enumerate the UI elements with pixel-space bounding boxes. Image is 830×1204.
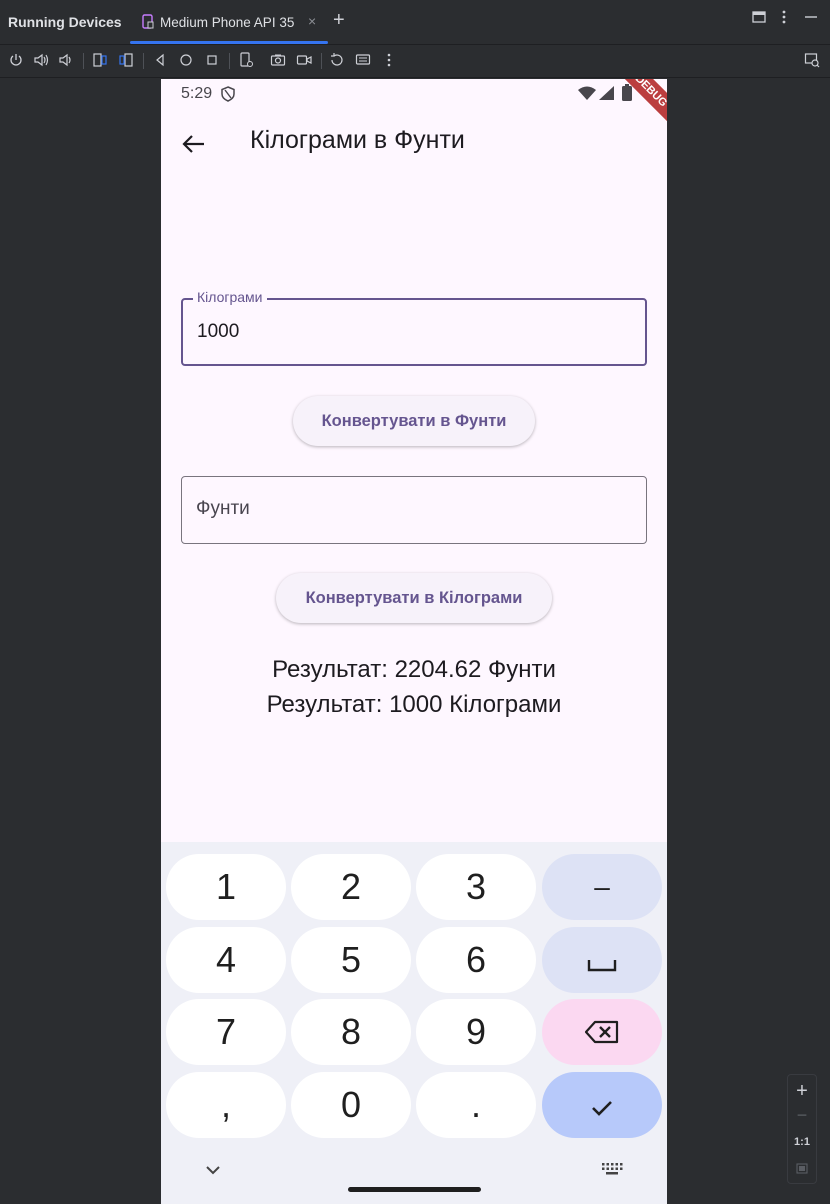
zoom-controls: + − 1:1 [787,1074,817,1184]
key-5[interactable]: 5 [291,927,411,993]
back-nav-icon[interactable] [152,52,168,68]
key-backspace[interactable] [542,999,662,1065]
more-options-icon[interactable] [780,10,788,28]
app-bar-title: Кілограми в Фунти [250,126,465,154]
rotate-left-icon[interactable] [92,52,108,68]
space-icon [587,960,617,972]
keyboard-switch-icon[interactable] [601,1162,623,1181]
key-7[interactable]: 7 [166,999,286,1065]
kilograms-label: Кілограми [193,289,267,305]
key-1[interactable]: 1 [166,854,286,920]
keyboard-collapse-icon[interactable] [205,1162,221,1180]
zoom-in-icon[interactable]: + [788,1080,816,1103]
signal-icon [599,86,614,105]
phone-screen: 5:29 DEBUG Кілограми в Фунти Кілограми 1… [161,79,667,1204]
kilograms-input[interactable]: Кілограми 1000 [181,289,647,366]
key-2[interactable]: 2 [291,854,411,920]
key-4[interactable]: 4 [166,927,286,993]
check-icon [592,1101,612,1116]
volume-up-icon[interactable] [33,52,49,68]
active-tab-indicator [130,41,328,44]
screenshot-icon[interactable] [270,52,286,68]
key-3[interactable]: 3 [416,854,536,920]
kilograms-value: 1000 [197,321,240,342]
screen-record-icon[interactable] [296,52,312,68]
overview-nav-icon[interactable] [204,52,220,68]
emulator-toolbar [0,45,830,78]
result-kilograms-text: Результат: 1000 Кілограми [266,691,562,718]
tool-window-title: Running Devices [8,14,122,30]
device-mirror-icon[interactable] [804,52,820,68]
result-pounds-text: Результат: 2204.62 Фунти [272,656,556,683]
close-tab-icon[interactable]: × [308,13,316,29]
volume-down-icon[interactable] [58,52,74,68]
tab-medium-phone[interactable]: Medium Phone API 35 × [130,0,328,44]
convert-to-pounds-button[interactable]: Конвертувати в Фунти [293,396,535,446]
key-comma[interactable]: , [166,1072,286,1138]
toolbar-more-icon[interactable] [381,52,397,68]
key-done[interactable] [542,1072,662,1138]
pounds-placeholder: Фунти [196,498,250,519]
numeric-keyboard: 1 2 3 – 4 5 6 7 8 9 , 0 . [161,842,667,1204]
zoom-out-icon[interactable]: − [788,1105,816,1126]
tool-window-header: Running Devices Medium Phone API 35 × + [0,0,830,45]
arrow-back-icon [182,135,204,153]
key-space[interactable] [542,927,662,993]
minimize-icon[interactable] [804,10,818,28]
window-options-icon[interactable] [752,10,766,28]
backspace-icon [584,1020,619,1044]
back-button[interactable] [179,129,209,159]
key-8[interactable]: 8 [291,999,411,1065]
actual-size-button[interactable]: 1:1 [788,1136,816,1148]
key-period[interactable]: . [416,1072,536,1138]
reset-icon[interactable] [329,52,345,68]
tab-label: Medium Phone API 35 [160,15,295,30]
key-6[interactable]: 6 [416,927,536,993]
pounds-input[interactable]: Фунти [181,476,647,544]
fit-screen-icon[interactable] [788,1161,816,1179]
rotate-right-icon[interactable] [118,52,134,68]
status-bar: 5:29 [161,79,667,109]
gesture-nav-handle[interactable] [348,1187,481,1192]
battery-icon [622,84,632,106]
home-nav-icon[interactable] [178,52,194,68]
key-minus[interactable]: – [542,854,662,920]
wifi-icon [578,86,596,105]
device-icon [142,14,154,29]
key-0[interactable]: 0 [291,1072,411,1138]
key-9[interactable]: 9 [416,999,536,1065]
vpn-shield-icon [221,86,235,107]
keyboard-input-icon[interactable] [355,52,371,68]
convert-to-kilograms-button[interactable]: Конвертувати в Кілограми [276,573,552,623]
device-settings-icon[interactable] [238,52,254,68]
status-time: 5:29 [181,85,213,102]
add-tab-button[interactable]: + [333,9,345,32]
power-icon[interactable] [8,52,24,68]
